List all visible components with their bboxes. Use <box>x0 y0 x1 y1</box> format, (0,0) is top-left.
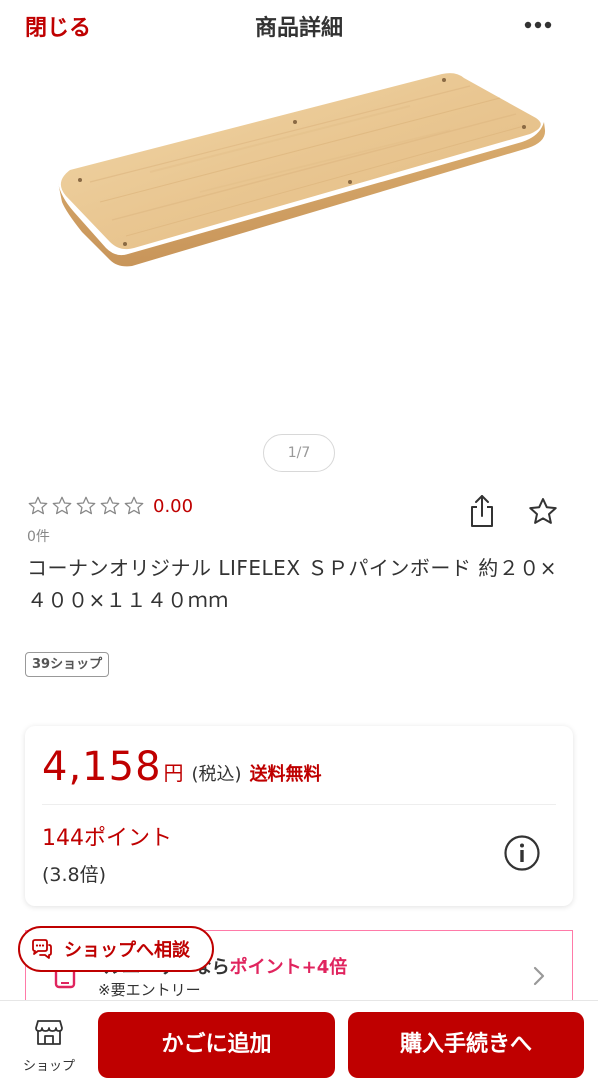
rating-value: 0.00 <box>153 495 194 517</box>
campaign-highlight: ポイント+4倍 <box>229 957 348 978</box>
checkout-button[interactable]: 購入手続きへ <box>348 1012 584 1078</box>
divider <box>42 804 556 805</box>
rating-stars <box>27 495 145 517</box>
star-outline-icon <box>28 496 48 515</box>
add-to-cart-button[interactable]: かごに追加 <box>98 1012 335 1078</box>
bottom-action-bar: ショップ かごに追加 購入手続きへ <box>0 1000 598 1080</box>
favorite-star-icon[interactable] <box>527 496 559 528</box>
header: 閉じる 商品詳細 <box>0 0 598 52</box>
share-icon[interactable] <box>468 494 496 528</box>
image-pager: 1/7 <box>263 434 335 472</box>
shop-nav-label: ショップ <box>22 1059 75 1074</box>
consult-shop-button[interactable]: ショップへ相談 <box>18 926 214 972</box>
price-currency: 円 <box>163 761 184 785</box>
shop-nav-button[interactable]: ショップ <box>14 1017 84 1075</box>
review-count[interactable]: 0件 <box>27 526 50 546</box>
star-outline-icon <box>124 496 144 515</box>
ellipsis-icon[interactable] <box>520 14 556 36</box>
free-shipping-label: 送料無料 <box>249 764 322 785</box>
price-amount: 4,158 <box>42 744 162 790</box>
rating-row[interactable]: 0.00 <box>27 494 193 518</box>
shop-tag-badge: 39ショップ <box>25 652 110 677</box>
consult-label: ショップへ相談 <box>64 940 190 961</box>
tax-label: (税込) <box>191 764 242 785</box>
chevron-right-icon <box>533 966 545 986</box>
product-image[interactable] <box>0 52 598 432</box>
chat-bubble-icon <box>32 939 52 959</box>
campaign-note: ※要エントリー <box>98 981 201 999</box>
price-card: 4,158 円 (税込) 送料無料 144ポイント (3.8倍) <box>25 726 573 906</box>
info-icon[interactable] <box>503 834 541 872</box>
points-rate: (3.8倍) <box>42 864 107 886</box>
price-line: 4,158 円 (税込) 送料無料 <box>42 744 322 790</box>
star-outline-icon <box>100 496 120 515</box>
points-value: 144ポイント <box>42 826 172 851</box>
page-title: 商品詳細 <box>254 16 343 41</box>
product-name: コーナンオリジナル LIFELEX ＳＰパインボード 約２０×４００×１１４０ｍ… <box>27 556 557 612</box>
star-outline-icon <box>76 496 96 515</box>
star-outline-icon <box>52 496 72 515</box>
storefront-icon <box>35 1020 63 1045</box>
